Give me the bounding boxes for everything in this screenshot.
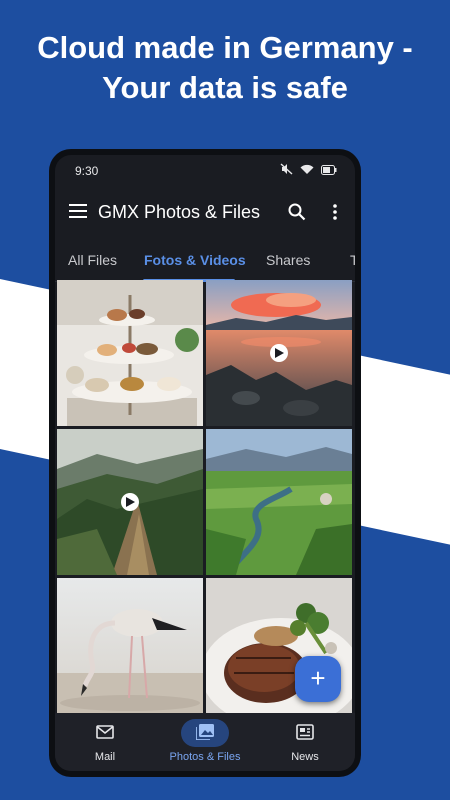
mute-icon [280,163,293,178]
bottom-navigation: Mail Photos & Files News [55,713,355,771]
promo-headline: Cloud made in Germany - Your data is saf… [0,28,450,108]
tab-bar: All Files Fotos & Videos Shares T [55,241,355,282]
media-grid [55,280,355,720]
mail-icon-wrap [81,719,129,747]
photos-icon-wrap [181,719,229,747]
tab-all-files[interactable]: All Files [68,252,117,268]
headline-line-2: Your data is safe [102,70,348,105]
media-tile-mountain[interactable] [57,429,203,575]
tab-partial[interactable]: T [350,252,355,268]
flamingo-thumbnail [57,578,203,720]
phone-frame: 9:30 GMX Photos & Files All Files Fotos … [49,149,361,777]
nav-label-mail: Mail [94,751,116,763]
more-icon[interactable] [333,204,337,225]
wifi-icon [300,164,314,178]
media-tile-lake[interactable] [206,280,352,426]
nav-item-news[interactable]: News [255,713,355,771]
media-tile-flamingo[interactable] [57,578,203,720]
nav-label-news: News [291,751,319,763]
headline-line-1: Cloud made in Germany - [37,30,413,65]
app-bar: GMX Photos & Files [55,191,355,235]
status-icons [280,163,337,178]
tab-fotos-videos[interactable]: Fotos & Videos [144,252,246,268]
news-icon [296,724,314,740]
phone-screen: 9:30 GMX Photos & Files All Files Fotos … [55,155,355,771]
search-icon[interactable] [288,203,306,226]
video-play-badge [121,493,139,511]
dessert-thumbnail [57,280,203,426]
battery-icon [321,164,337,178]
app-title: GMX Photos & Files [98,202,261,222]
status-time: 9:30 [75,164,99,178]
nav-label-photos-files: Photos & Files [169,751,241,763]
video-play-badge [270,344,288,362]
nav-item-photos-files[interactable]: Photos & Files [155,713,255,771]
status-bar: 9:30 [55,155,355,183]
news-icon-wrap [281,719,329,747]
mail-icon [96,725,114,739]
media-tile-valley[interactable] [206,429,352,575]
valley-thumbnail [206,429,352,575]
photos-icon [196,724,214,740]
tab-shares[interactable]: Shares [266,252,310,268]
add-fab-button[interactable]: + [295,656,341,702]
nav-item-mail[interactable]: Mail [55,713,155,771]
menu-icon[interactable] [69,204,87,223]
media-tile-dessert[interactable] [57,280,203,426]
